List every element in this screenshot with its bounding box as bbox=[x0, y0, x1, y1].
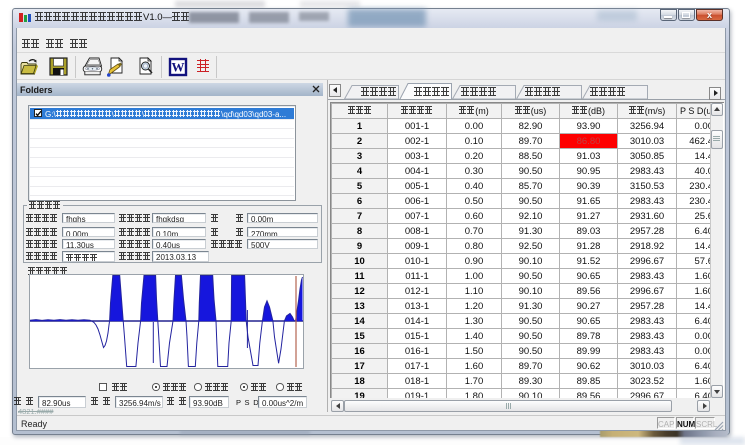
svg-text:W: W bbox=[172, 60, 185, 75]
